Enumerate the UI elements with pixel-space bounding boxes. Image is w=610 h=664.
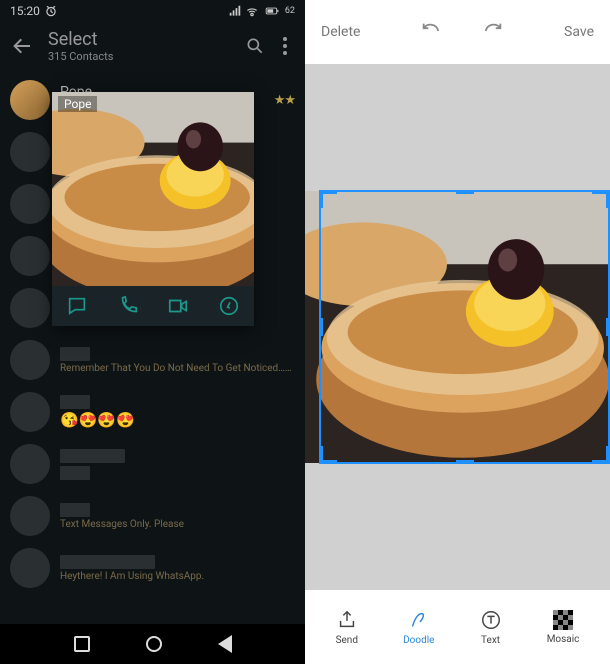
tool-label: Doodle <box>403 635 434 646</box>
popup-name: Pope <box>58 96 97 112</box>
redacted-name <box>60 395 90 409</box>
list-item[interactable]: 😘😍😍😍 <box>0 386 305 438</box>
menu-icon[interactable] <box>275 37 295 55</box>
header: Select 315 Contacts <box>0 22 305 70</box>
contact-status: Remember That You Do Not Need To Get Not… <box>60 363 295 374</box>
avatar[interactable] <box>10 444 50 484</box>
header-title: Select <box>48 29 231 50</box>
wifi-icon <box>245 4 259 18</box>
editor-topbar: Delete Save <box>305 0 610 64</box>
save-button[interactable]: Save <box>564 24 594 40</box>
avatar[interactable] <box>10 548 50 588</box>
home-button[interactable] <box>146 636 162 652</box>
avatar[interactable] <box>10 236 50 276</box>
text-tool[interactable]: Text <box>480 609 502 646</box>
contact-status: Heythere! I Am Using WhatsApp. <box>60 571 295 582</box>
send-tool[interactable]: Send <box>336 609 358 646</box>
redacted-name <box>60 503 90 517</box>
delete-button[interactable]: Delete <box>321 24 360 40</box>
doodle-tool[interactable]: Doodle <box>403 609 434 646</box>
status-time: 15:20 <box>10 4 40 18</box>
video-icon[interactable] <box>167 295 189 317</box>
status-bar: 15:20 62 <box>0 0 305 22</box>
avatar[interactable] <box>10 496 50 536</box>
call-icon[interactable] <box>117 295 139 317</box>
avatar[interactable] <box>10 132 50 172</box>
chat-icon[interactable] <box>66 295 88 317</box>
doodle-icon <box>408 609 430 631</box>
list-item[interactable]: Remember That You Do Not Need To Get Not… <box>0 334 305 386</box>
text-icon <box>480 609 502 631</box>
redacted-status <box>60 466 90 480</box>
tool-label: Text <box>481 635 500 646</box>
editor-image[interactable] <box>305 191 610 463</box>
tool-label: Send <box>336 635 358 646</box>
popup-actions <box>52 286 254 326</box>
contact-status: 😘😍😍😍 <box>60 411 295 429</box>
mosaic-tool[interactable]: Mosaic <box>547 610 580 645</box>
editor-canvas[interactable] <box>305 64 610 590</box>
avatar[interactable] <box>10 80 50 120</box>
tool-label: Mosaic <box>547 634 580 645</box>
signal-icon <box>228 4 242 18</box>
list-item[interactable] <box>0 438 305 490</box>
alarm-icon <box>44 4 58 18</box>
avatar[interactable] <box>10 184 50 224</box>
back-icon[interactable] <box>10 34 34 58</box>
redacted-name <box>60 449 125 463</box>
avatar[interactable] <box>10 340 50 380</box>
recents-button[interactable] <box>74 636 90 652</box>
android-navbar <box>0 624 305 664</box>
redacted-name <box>60 347 90 361</box>
info-icon[interactable] <box>218 295 240 317</box>
redacted-name <box>60 555 155 569</box>
list-item[interactable]: Text Messages Only. Please <box>0 490 305 542</box>
redo-icon[interactable] <box>482 19 504 45</box>
avatar[interactable] <box>10 392 50 432</box>
share-icon <box>336 609 358 631</box>
search-icon[interactable] <box>245 36 265 56</box>
editor-screen: Delete Save Send <box>305 0 610 664</box>
avatar[interactable] <box>10 288 50 328</box>
undo-icon[interactable] <box>420 19 442 45</box>
contact-status: Text Messages Only. Please <box>60 519 295 530</box>
editor-toolbar: Send Doodle Text Mosaic <box>305 590 610 664</box>
header-subtitle: 315 Contacts <box>48 50 231 63</box>
back-button[interactable] <box>218 635 232 653</box>
mosaic-icon <box>553 610 573 630</box>
stars-icon: ★★ <box>274 93 295 108</box>
popup-image[interactable] <box>52 92 254 286</box>
battery-icon <box>262 4 282 18</box>
contact-popup: Pope <box>52 92 254 326</box>
battery-percent: 62 <box>285 6 295 16</box>
list-item[interactable]: Heythere! I Am Using WhatsApp. <box>0 542 305 594</box>
contacts-screen: 15:20 62 Select 315 Contacts Pope ★★ <box>0 0 305 664</box>
